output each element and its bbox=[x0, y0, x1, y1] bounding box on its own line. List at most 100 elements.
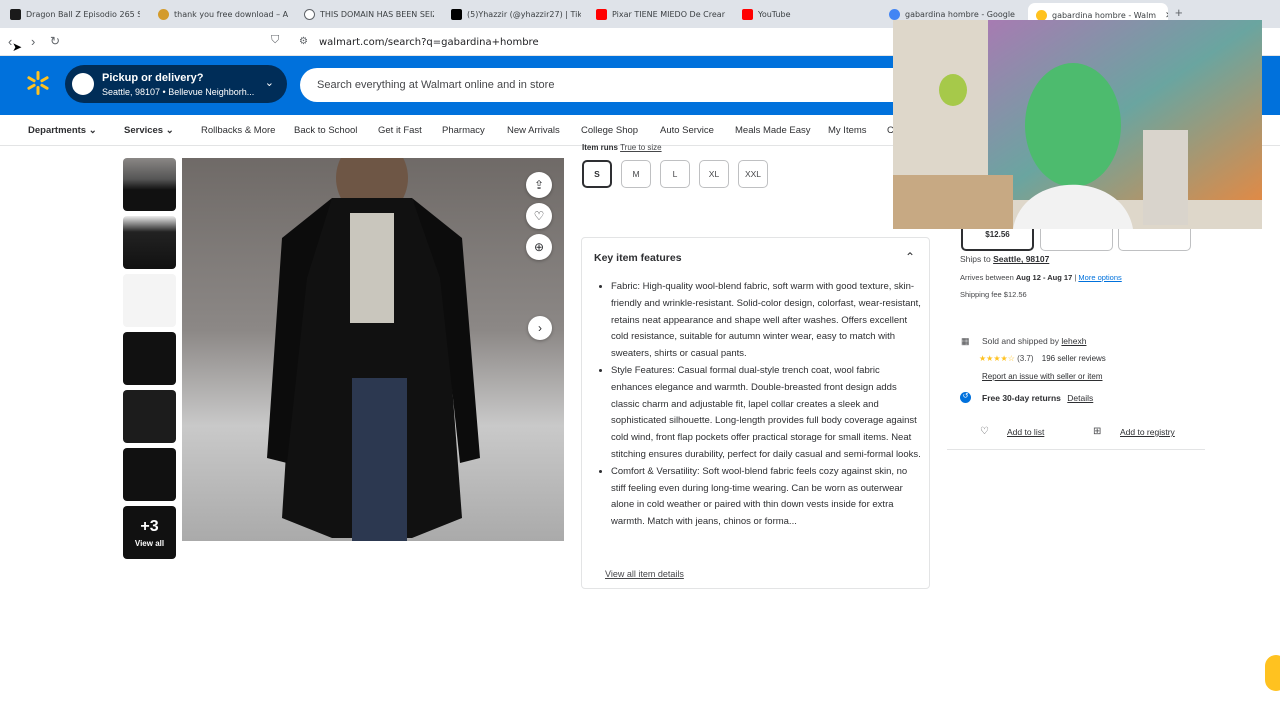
tab-title: Pixar TIENE MIEDO De Crear V bbox=[612, 9, 726, 19]
nav-college-shop[interactable]: College Shop bbox=[581, 125, 638, 136]
feature-bullet: Comfort & Versatility: Soft wool-blend f… bbox=[611, 464, 921, 531]
nav-meals-made-easy[interactable]: Meals Made Easy bbox=[735, 125, 811, 136]
forward-arrow-icon[interactable]: › bbox=[31, 34, 35, 49]
tab-favicon-icon bbox=[158, 8, 169, 20]
tab-title: Dragon Ball Z Episodio 265 Su bbox=[26, 9, 140, 19]
features-list: Fabric: High-quality wool-blend fabric, … bbox=[611, 279, 921, 531]
thumbnail-list: +3 View all bbox=[123, 158, 176, 564]
chevron-up-icon[interactable]: ⌃ bbox=[905, 250, 915, 264]
browser-tab[interactable]: YouTube bbox=[742, 5, 872, 23]
pickup-title: Pickup or delivery? bbox=[102, 72, 204, 84]
returns-details-link[interactable]: Details bbox=[1067, 393, 1093, 403]
view-all-details-link[interactable]: View all item details bbox=[605, 569, 684, 579]
nav-rollbacks[interactable]: Rollbacks & More bbox=[201, 125, 275, 136]
search-placeholder: Search everything at Walmart online and … bbox=[317, 79, 555, 91]
nav-get-it-fast[interactable]: Get it Fast bbox=[378, 125, 422, 136]
fit-info: Item runs True to size bbox=[582, 143, 662, 152]
thumbnail-image[interactable] bbox=[123, 158, 176, 211]
close-icon[interactable]: ✕ bbox=[1165, 11, 1168, 21]
site-settings-icon[interactable]: ⚙ bbox=[299, 36, 308, 47]
seller-link[interactable]: lehexh bbox=[1061, 336, 1086, 346]
webcam-overlay bbox=[893, 20, 1262, 229]
new-tab-icon[interactable]: + bbox=[1175, 5, 1183, 20]
browser-tab[interactable]: Dragon Ball Z Episodio 265 Su bbox=[10, 5, 140, 23]
seller-info: Sold and shipped by lehexh bbox=[982, 336, 1087, 346]
size-option-xl[interactable]: XL bbox=[699, 160, 729, 188]
nav-auto-service[interactable]: Auto Service bbox=[660, 125, 714, 136]
browser-tab[interactable]: (5)Yhazzir (@yhazzir27) | TikTo bbox=[451, 5, 581, 23]
chevron-down-icon: ⌄ bbox=[264, 77, 274, 89]
gift-icon: ⊞ bbox=[1093, 426, 1102, 437]
google-icon bbox=[889, 8, 900, 20]
heart-icon: ♡ bbox=[980, 426, 989, 437]
nav-pharmacy[interactable]: Pharmacy bbox=[442, 125, 485, 136]
nav-back-to-school[interactable]: Back to School bbox=[294, 125, 357, 136]
url-field[interactable]: walmart.com/search?q=gabardina+hombre bbox=[319, 37, 539, 48]
mouse-cursor-icon: ➤ bbox=[12, 40, 23, 54]
thumbnail-image[interactable] bbox=[123, 216, 176, 269]
nav-services[interactable]: Services ⌄ bbox=[124, 125, 174, 136]
share-icon[interactable]: ⇪ bbox=[526, 172, 552, 198]
size-option-s[interactable]: S bbox=[582, 160, 612, 188]
nav-new-arrivals[interactable]: New Arrivals bbox=[507, 125, 560, 136]
delivery-icon bbox=[72, 73, 94, 95]
store-icon: ▦ bbox=[961, 336, 970, 346]
seller-rating[interactable]: ★★★★☆ (3.7) 196 seller reviews bbox=[979, 354, 1106, 363]
tiktok-icon bbox=[451, 8, 462, 20]
key-features-panel: Key item features ⌃ Fabric: High-quality… bbox=[581, 237, 930, 589]
arrival-info: Arrives between Aug 12 - Aug 17 | More o… bbox=[960, 273, 1122, 282]
pickup-location: Seattle, 98107 • Bellevue Neighborh... bbox=[102, 87, 255, 97]
browser-tab[interactable]: Pixar TIENE MIEDO De Crear V bbox=[596, 5, 726, 23]
tab-title: gabardina hombre - Google S bbox=[905, 9, 1017, 19]
tab-title: YouTube bbox=[758, 9, 791, 19]
add-to-list-button[interactable]: Add to list bbox=[1007, 427, 1044, 437]
more-images-count: +3 bbox=[140, 518, 159, 535]
next-image-chevron-icon[interactable]: › bbox=[528, 316, 552, 340]
bookmark-icon[interactable]: ⛉ bbox=[271, 34, 279, 47]
youtube-icon bbox=[596, 8, 607, 20]
tab-title: gabardina hombre - Walm bbox=[1052, 11, 1157, 20]
thumbnail-image[interactable] bbox=[123, 274, 176, 327]
heart-icon[interactable]: ♡ bbox=[526, 203, 552, 229]
returns-info: Free 30-day returns Details bbox=[982, 393, 1094, 403]
view-all-label: View all bbox=[134, 539, 165, 548]
size-option-m[interactable]: M bbox=[621, 160, 651, 188]
zoom-icon[interactable]: ⊕ bbox=[526, 234, 552, 260]
tab-title: THIS DOMAIN HAS BEEN SEIZ bbox=[320, 9, 434, 19]
thumbnail-image[interactable] bbox=[123, 390, 176, 443]
fit-value-link[interactable]: True to size bbox=[620, 143, 662, 152]
more-options-link[interactable]: More options bbox=[1078, 273, 1121, 282]
nav-departments[interactable]: Departments ⌄ bbox=[28, 125, 97, 136]
buy-box: $12.56 Ships to Seattle, 98107 Arrives b… bbox=[947, 225, 1205, 450]
reload-icon[interactable]: ↻ bbox=[50, 34, 60, 48]
tab-favicon-icon bbox=[10, 8, 21, 20]
globe-icon bbox=[304, 8, 315, 20]
tab-title: thank you free download – Af bbox=[174, 9, 288, 19]
ships-to: Ships to Seattle, 98107 bbox=[960, 254, 1050, 264]
browser-tab[interactable]: thank you free download – Af bbox=[158, 5, 288, 23]
feature-bullet: Style Features: Casual formal dual-style… bbox=[611, 363, 921, 464]
browser-tab[interactable]: THIS DOMAIN HAS BEEN SEIZ bbox=[304, 5, 434, 23]
thumbnail-image[interactable] bbox=[123, 448, 176, 501]
coat-model-image bbox=[267, 158, 480, 541]
ships-to-location-link[interactable]: Seattle, 98107 bbox=[993, 254, 1049, 264]
report-issue-link[interactable]: Report an issue with seller or item bbox=[982, 372, 1103, 381]
walmart-spark-logo[interactable] bbox=[25, 70, 51, 96]
shipping-fee: Shipping fee $12.56 bbox=[960, 290, 1027, 299]
view-all-images-button[interactable]: +3 View all bbox=[123, 506, 176, 559]
youtube-icon bbox=[742, 8, 753, 20]
key-features-title: Key item features bbox=[594, 252, 682, 264]
pickup-delivery-selector[interactable]: Pickup or delivery? Seattle, 98107 • Bel… bbox=[65, 65, 287, 103]
size-option-xxl[interactable]: XXL bbox=[738, 160, 768, 188]
product-main-image[interactable]: ⇪ ♡ ⊕ › bbox=[182, 158, 564, 541]
nav-my-items[interactable]: My Items bbox=[828, 125, 867, 136]
feature-bullet: Fabric: High-quality wool-blend fabric, … bbox=[611, 279, 921, 363]
variant-price: $12.56 bbox=[985, 230, 1010, 239]
tab-title: (5)Yhazzir (@yhazzir27) | TikTo bbox=[467, 9, 581, 19]
star-rating-icon: ★★★★☆ bbox=[979, 354, 1015, 363]
size-option-l[interactable]: L bbox=[660, 160, 690, 188]
add-to-registry-button[interactable]: Add to registry bbox=[1120, 427, 1175, 437]
webcam-feed-image bbox=[893, 20, 1262, 229]
chat-assistant-icon[interactable] bbox=[1265, 655, 1280, 691]
thumbnail-image[interactable] bbox=[123, 332, 176, 385]
